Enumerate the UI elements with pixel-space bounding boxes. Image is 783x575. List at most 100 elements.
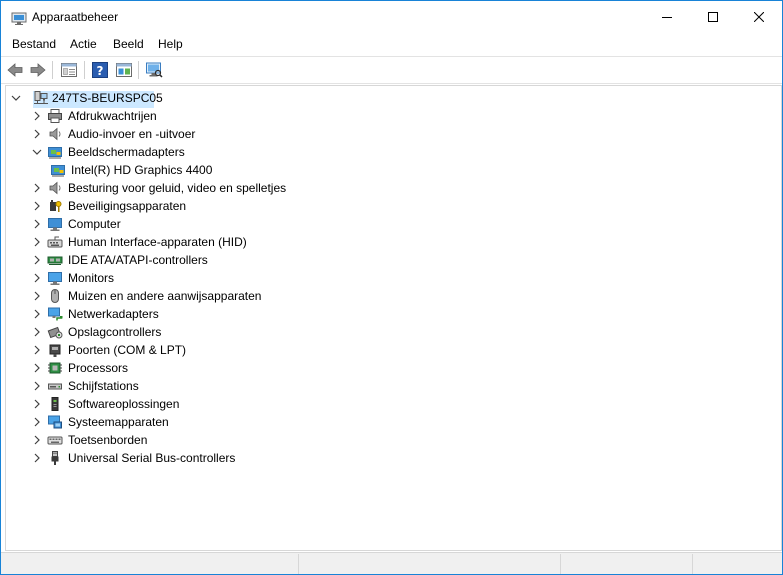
status-bar — [1, 552, 782, 574]
help-icon[interactable]: ? — [91, 61, 109, 79]
tree-item-label: Audio-invoer en -uitvoer — [68, 127, 196, 141]
chevron-right-icon[interactable] — [31, 110, 43, 122]
tree-category-besturing-voor-geluid-video-en-spelletjes[interactable]: Besturing voor geluid, video en spelletj… — [31, 179, 631, 197]
system-device-icon — [48, 415, 62, 429]
menu-bar: Bestand Actie Beeld Help — [1, 34, 782, 55]
toolbar-separator — [52, 61, 53, 79]
tree-item-label: Muizen en andere aanwijsapparaten — [68, 289, 262, 303]
tree-item-label: Computer — [68, 217, 121, 231]
chevron-right-icon[interactable] — [31, 272, 43, 284]
forward-icon[interactable] — [29, 61, 47, 79]
chevron-right-icon[interactable] — [31, 290, 43, 302]
tree-category-human-interface-apparaten-hid[interactable]: Human Interface-apparaten (HID) — [31, 233, 631, 251]
tree-item-label: IDE ATA/ATAPI-controllers — [68, 253, 208, 267]
software-component-icon — [51, 397, 59, 411]
tree-item-label: Human Interface-apparaten (HID) — [68, 235, 247, 249]
tree-item-label: Schijfstations — [68, 379, 139, 393]
menu-beeld[interactable]: Beeld — [113, 37, 144, 51]
chevron-right-icon[interactable] — [31, 362, 43, 374]
tree-category-softwareoplossingen[interactable]: Softwareoplossingen — [31, 395, 631, 413]
chevron-right-icon[interactable] — [31, 254, 43, 266]
storage-controller-icon — [47, 326, 63, 339]
tree-item-label: Softwareoplossingen — [68, 397, 180, 411]
update-driver-icon[interactable] — [115, 61, 133, 79]
status-panel — [560, 554, 693, 574]
tree-category-universal-serial-bus-controllers[interactable]: Universal Serial Bus-controllers — [31, 449, 631, 467]
tree-root[interactable]: 247TS-BEURSPC05 — [10, 89, 210, 108]
network-adapter-icon — [48, 307, 63, 321]
processor-icon — [48, 362, 62, 374]
mouse-icon — [51, 289, 59, 303]
status-panel — [298, 554, 561, 574]
tree-category-schijfstations[interactable]: Schijfstations — [31, 377, 631, 395]
chevron-right-icon[interactable] — [31, 308, 43, 320]
chevron-right-icon[interactable] — [31, 218, 43, 230]
minimize-icon — [662, 17, 672, 18]
menu-actie[interactable]: Actie — [70, 37, 97, 51]
computer-network-icon — [34, 91, 48, 104]
tree-category-computer[interactable]: Computer — [31, 215, 631, 233]
chevron-right-icon[interactable] — [31, 416, 43, 428]
computer-icon — [48, 218, 62, 231]
chevron-right-icon[interactable] — [31, 326, 43, 338]
device-manager-window: Apparaatbeheer Bestand Actie Beeld Help — [0, 0, 783, 575]
tree-device-intel-r-hd-graphics-4400[interactable]: Intel(R) HD Graphics 4400 — [50, 161, 650, 179]
tree-category-processors[interactable]: Processors — [31, 359, 631, 377]
tree-item-label: Processors — [68, 361, 129, 375]
tree-category-beeldschermadapters[interactable]: Beeldschermadapters — [31, 143, 631, 161]
chevron-down-icon[interactable] — [31, 146, 43, 158]
menu-help[interactable]: Help — [158, 37, 183, 51]
tree-category-afdrukwachtrijen[interactable]: Afdrukwachtrijen — [31, 107, 631, 125]
status-panel — [692, 554, 782, 574]
toolbar-separator — [138, 61, 139, 79]
tree-category-systeemapparaten[interactable]: Systeemapparaten — [31, 413, 631, 431]
tree-item-label: Opslagcontrollers — [68, 325, 162, 339]
close-icon — [754, 12, 764, 22]
tree-root-label: 247TS-BEURSPC05 — [52, 91, 163, 105]
tree-item-label: Toetsenborden — [68, 433, 148, 447]
chevron-right-icon[interactable] — [31, 398, 43, 410]
port-icon — [49, 344, 61, 357]
tree-category-poorten-com-lpt[interactable]: Poorten (COM & LPT) — [31, 341, 631, 359]
chevron-right-icon[interactable] — [31, 182, 43, 194]
keyboard-icon — [47, 436, 63, 445]
close-button[interactable] — [736, 1, 782, 33]
menu-bestand[interactable]: Bestand — [12, 37, 56, 51]
tree-category-toetsenborden[interactable]: Toetsenborden — [31, 431, 631, 449]
properties-icon[interactable] — [60, 61, 78, 79]
tree-category-opslagcontrollers[interactable]: Opslagcontrollers — [31, 323, 631, 341]
tree-item-label: Beeldschermadapters — [68, 145, 185, 159]
tree-item-label: Netwerkadapters — [68, 307, 159, 321]
printer-icon — [48, 109, 62, 123]
tree-category-netwerkadapters[interactable]: Netwerkadapters — [31, 305, 631, 323]
tree-item-label: Systeemapparaten — [68, 415, 169, 429]
chevron-right-icon[interactable] — [31, 380, 43, 392]
display-adapter-icon — [51, 165, 65, 177]
usb-icon — [51, 451, 59, 465]
tree-item-label: Afdrukwachtrijen — [68, 109, 157, 123]
chevron-right-icon[interactable] — [31, 236, 43, 248]
tree-category-beveiligingsapparaten[interactable]: Beveiligingsapparaten — [31, 197, 631, 215]
chevron-right-icon[interactable] — [31, 452, 43, 464]
title-bar[interactable]: Apparaatbeheer — [1, 1, 782, 33]
device-tree[interactable]: 247TS-BEURSPC05 Afdrukwachtrijen Audio-in… — [5, 85, 782, 551]
scan-hardware-icon[interactable] — [145, 61, 163, 79]
monitor-icon — [48, 272, 62, 285]
chevron-down-icon[interactable] — [10, 92, 22, 104]
minimize-button[interactable] — [644, 1, 690, 33]
chevron-right-icon[interactable] — [31, 128, 43, 140]
toolbar: ? — [1, 56, 782, 84]
maximize-button[interactable] — [690, 1, 736, 33]
hid-icon — [47, 236, 63, 248]
tree-category-muizen-en-andere-aanwijsapparaten[interactable]: Muizen en andere aanwijsapparaten — [31, 287, 631, 305]
back-icon[interactable] — [6, 61, 24, 79]
disk-drive-icon — [48, 383, 62, 390]
tree-category-ide-ata-atapi-controllers[interactable]: IDE ATA/ATAPI-controllers — [31, 251, 631, 269]
tree-category-monitors[interactable]: Monitors — [31, 269, 631, 287]
svg-text:?: ? — [97, 64, 104, 78]
chevron-right-icon[interactable] — [31, 434, 43, 446]
chevron-right-icon[interactable] — [31, 200, 43, 212]
chevron-right-icon[interactable] — [31, 344, 43, 356]
toolbar-separator — [84, 61, 85, 79]
tree-category-audio-invoer-en-uitvoer[interactable]: Audio-invoer en -uitvoer — [31, 125, 631, 143]
